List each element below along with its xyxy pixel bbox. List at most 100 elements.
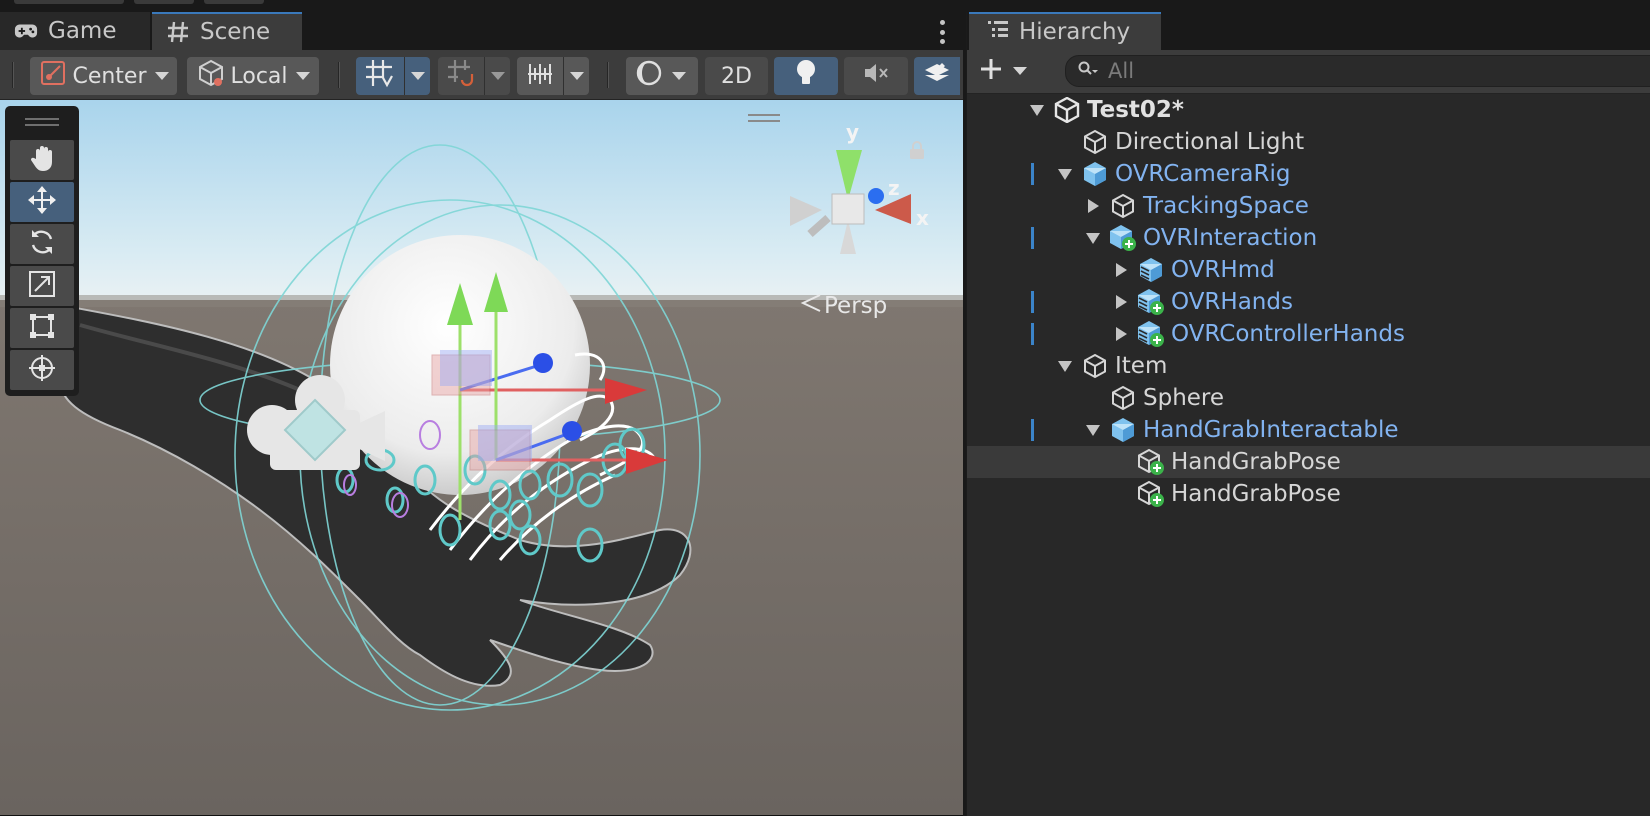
fold-collapsed-icon[interactable] xyxy=(1111,292,1131,312)
ruler-dropdown[interactable] xyxy=(563,57,589,95)
fold-expanded-icon[interactable] xyxy=(1083,420,1103,440)
fold-collapsed-icon[interactable] xyxy=(1111,324,1131,344)
rotate-tool-button[interactable] xyxy=(10,224,74,264)
increment-snap-toggle[interactable] xyxy=(438,57,510,95)
2d-mode-toggle[interactable]: 2D xyxy=(705,57,768,95)
hierarchy-row[interactable]: Sphere xyxy=(967,382,1650,414)
hierarchy-row[interactable]: OVRHands xyxy=(967,286,1650,318)
hierarchy-row[interactable]: HandGrabPose xyxy=(967,446,1650,478)
top-strip-tab[interactable] xyxy=(204,0,264,4)
chevron-down-icon xyxy=(154,72,169,80)
hierarchy-search[interactable] xyxy=(1065,55,1650,87)
ruler-toggle[interactable] xyxy=(517,57,589,95)
hierarchy-row[interactable]: Item xyxy=(967,350,1650,382)
lightbulb-icon xyxy=(793,58,819,94)
rect-transform-icon xyxy=(27,311,57,345)
scene-tabbar: Game Scene xyxy=(0,12,963,50)
chevron-down-icon xyxy=(490,72,505,80)
rect-tool-button[interactable] xyxy=(10,308,74,348)
rotate-icon xyxy=(27,227,57,261)
move-tool-button[interactable] xyxy=(10,182,74,222)
fold-expanded-icon[interactable] xyxy=(1027,100,1047,120)
shading-mode-dropdown[interactable] xyxy=(626,57,698,95)
tab-scene-label: Scene xyxy=(200,19,271,45)
transform-tool-button[interactable] xyxy=(10,350,74,390)
hierarchy-row-label: HandGrabPose xyxy=(1171,449,1341,475)
tab-game[interactable]: Game xyxy=(0,12,150,50)
panel-menu-icon[interactable] xyxy=(939,20,945,44)
hierarchy-row[interactable]: Test02* xyxy=(967,94,1650,126)
toolbar-grip xyxy=(12,62,14,88)
hierarchy-row-label: OVRHands xyxy=(1171,289,1293,315)
scene-toolbar: Center Local 2D xyxy=(0,50,963,100)
pivot-mode-dropdown[interactable]: Center xyxy=(30,57,177,95)
gamepad-icon xyxy=(14,19,38,43)
hand-tool-button[interactable] xyxy=(10,140,74,180)
hierarchy-toolbar xyxy=(967,50,1650,94)
hierarchy-row[interactable]: OVRControllerHands xyxy=(967,318,1650,350)
hierarchy-row[interactable]: OVRInteraction xyxy=(967,222,1650,254)
prefab-override-marker xyxy=(1031,291,1034,313)
chevron-down-icon xyxy=(410,72,425,80)
prefab-override-marker xyxy=(1031,323,1034,345)
hash-icon xyxy=(166,20,190,44)
top-strip-tab[interactable] xyxy=(134,0,194,4)
hierarchy-row[interactable]: HandGrabInteractable xyxy=(967,414,1650,446)
prefab-variant-added-icon xyxy=(1137,320,1165,348)
hierarchy-row[interactable]: TrackingSpace xyxy=(967,190,1650,222)
effects-toggle[interactable] xyxy=(914,57,960,95)
scene-viewport[interactable]: y z x Persp xyxy=(0,100,963,816)
increment-snap-dropdown[interactable] xyxy=(484,57,510,95)
hierarchy-row[interactable]: OVRHmd xyxy=(967,254,1650,286)
gameobject-icon xyxy=(1081,352,1109,380)
hierarchy-row[interactable]: OVRCameraRig xyxy=(967,158,1650,190)
top-strip-tab[interactable] xyxy=(14,0,124,4)
top-strip xyxy=(0,0,1650,12)
scale-tool-button[interactable] xyxy=(10,266,74,306)
projection-toggle[interactable]: Persp xyxy=(800,292,887,320)
hierarchy-row[interactable]: HandGrabPose xyxy=(967,478,1650,510)
chevron-down-icon xyxy=(295,72,310,80)
pivot-mode-label: Center xyxy=(72,63,147,89)
tab-hierarchy[interactable]: Hierarchy xyxy=(969,12,1161,50)
layers-icon xyxy=(922,58,952,94)
lighting-toggle[interactable] xyxy=(774,57,838,95)
grid-snap-dropdown[interactable] xyxy=(404,57,430,95)
audio-mute-icon xyxy=(861,58,891,94)
toolbar-separator xyxy=(607,62,609,88)
hierarchy-row-label: OVRCameraRig xyxy=(1115,161,1291,187)
scene-render[interactable] xyxy=(0,100,963,816)
grid-snap-toggle[interactable] xyxy=(356,57,430,95)
fold-collapsed-icon[interactable] xyxy=(1111,260,1131,280)
audio-toggle[interactable] xyxy=(844,57,908,95)
prefab-override-marker xyxy=(1031,227,1034,249)
create-dropdown-button[interactable] xyxy=(979,55,1039,87)
pivot-rotation-dropdown[interactable]: Local xyxy=(187,57,319,95)
fold-collapsed-icon[interactable] xyxy=(1083,196,1103,216)
view-options-handle[interactable] xyxy=(748,114,780,122)
hierarchy-row[interactable]: Directional Light xyxy=(967,126,1650,158)
unity-scene-icon xyxy=(1053,96,1081,124)
fold-expanded-icon[interactable] xyxy=(1055,356,1075,376)
prefab-override-marker xyxy=(1031,419,1034,441)
fold-expanded-icon[interactable] xyxy=(1083,228,1103,248)
prefab-icon xyxy=(1109,416,1137,444)
overlay-grip[interactable] xyxy=(25,118,59,126)
prefab-icon xyxy=(1081,160,1109,188)
shading-sphere-icon xyxy=(634,58,664,94)
gameobject-icon xyxy=(1081,128,1109,156)
grid-snap-icon xyxy=(364,58,394,94)
search-input[interactable] xyxy=(1108,59,1628,83)
axis-z-label: z xyxy=(888,176,900,200)
transform-icon xyxy=(27,353,57,387)
tab-scene[interactable]: Scene xyxy=(152,12,302,50)
hierarchy-row-label: Test02* xyxy=(1087,97,1184,123)
hand-icon xyxy=(27,143,57,177)
hierarchy-row-label: Sphere xyxy=(1143,385,1225,411)
ruler-icon xyxy=(525,58,555,94)
toolbar-separator xyxy=(338,62,340,88)
fold-expanded-icon[interactable] xyxy=(1055,164,1075,184)
hierarchy-row-label: HandGrabInteractable xyxy=(1143,417,1399,443)
